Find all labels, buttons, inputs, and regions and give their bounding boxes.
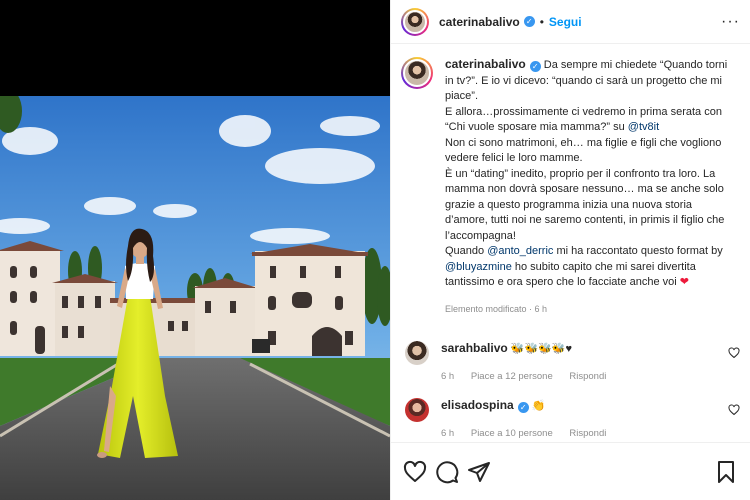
comment-body: sarahbalivo 🐝🐝🐝🐝♥ 6 h Piace a 12 persone… <box>441 341 734 384</box>
comment-likes-link[interactable]: Piace a 12 persone <box>471 371 553 382</box>
comment-heart-icon[interactable] <box>728 404 740 416</box>
mention-bluyazmine[interactable]: @bluyazmine <box>445 261 512 273</box>
reply-button[interactable]: Rispondi <box>569 428 606 439</box>
verified-badge-icon: ✓ <box>529 61 541 72</box>
comment-likes-link[interactable]: Piace a 10 persone <box>471 428 553 439</box>
paper-plane-icon[interactable] <box>467 460 491 484</box>
caption-text-5a: Quando <box>445 245 488 257</box>
comment-meta: 6 h Piace a 10 persone Rispondi <box>441 426 734 440</box>
post-actions-bar <box>391 442 750 500</box>
commenter-avatar[interactable] <box>405 341 429 365</box>
caption-avatar[interactable] <box>401 57 433 89</box>
comment-body: elisadospina ✓ 👏 6 h Piace a 10 persone R… <box>441 398 734 440</box>
more-options-icon[interactable]: ··· <box>721 13 740 31</box>
post-caption: caterinabalivo ✓ Da sempre mi chiedete “Q… <box>401 57 734 317</box>
heart-emoji: ❤ <box>679 276 690 288</box>
commenter-avatar[interactable] <box>405 398 429 422</box>
mention-anto-derric[interactable]: @anto_derric <box>487 245 553 257</box>
author-username[interactable]: caterinabalivo <box>439 15 520 29</box>
comment-meta: 6 h Piace a 12 persone Rispondi <box>441 369 734 384</box>
commenter-username[interactable]: elisadospina <box>441 398 514 412</box>
caption-text-5b: mi ha raccontato questo format by <box>553 245 723 257</box>
caption-text-2: E allora…prossimamente ci vedremo in pri… <box>445 105 722 134</box>
verified-badge-icon: ✓ <box>523 16 535 27</box>
caption-text-3: Non ci sono matrimoni, eh… ma figlie e f… <box>445 136 722 165</box>
caption-body: caterinabalivo ✓ Da sempre mi chiedete “Q… <box>445 57 734 317</box>
comment-item: elisadospina ✓ 👏 6 h Piace a 10 persone R… <box>401 398 740 440</box>
bookmark-icon[interactable] <box>714 460 738 484</box>
caption-meta: Elemento modificato · 6 h <box>445 303 548 314</box>
comment-text: 🐝🐝🐝🐝♥ <box>510 343 573 355</box>
comment-item: sarahbalivo 🐝🐝🐝🐝♥ 6 h Piace a 12 persone… <box>401 341 740 384</box>
mention-tv8it[interactable]: @tv8it <box>628 121 659 133</box>
heart-icon[interactable] <box>403 460 427 484</box>
author-avatar[interactable] <box>401 7 429 36</box>
comment-icon[interactable] <box>435 460 459 484</box>
comment-time: 6 h <box>441 371 455 382</box>
photo-illustration <box>0 96 390 500</box>
post-media <box>0 0 390 500</box>
comment-time: 6 h <box>441 428 455 439</box>
post-header: caterinabalivo ✓ • Segui ··· <box>391 0 750 44</box>
post-side-panel: caterinabalivo ✓ • Segui ··· caterinabal… <box>390 0 750 500</box>
caption-username[interactable]: caterinabalivo <box>445 57 526 71</box>
comment-heart-icon[interactable] <box>728 347 740 359</box>
comments-section[interactable]: caterinabalivo ✓ Da sempre mi chiedete “Q… <box>391 57 750 440</box>
post-photo[interactable] <box>0 96 390 500</box>
follow-button[interactable]: Segui <box>549 15 582 29</box>
comment-text: 👏 <box>531 400 546 412</box>
reply-button[interactable]: Rispondi <box>569 371 606 382</box>
header-separator: • <box>539 14 544 29</box>
verified-badge-icon: ✓ <box>517 402 529 413</box>
caption-text-4: È un “dating” inedito, proprio per il co… <box>445 167 725 242</box>
commenter-username[interactable]: sarahbalivo <box>441 341 508 355</box>
